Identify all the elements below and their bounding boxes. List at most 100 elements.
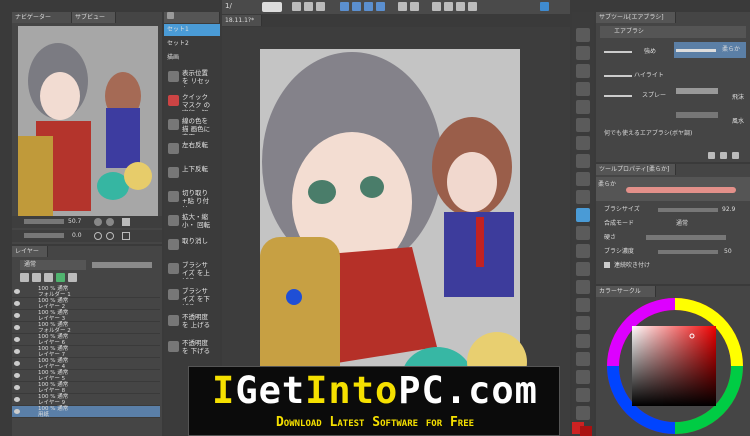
opacity-down-item[interactable]: 不透明度を 下げる: [164, 336, 216, 357]
brush-item[interactable]: 強め: [604, 44, 672, 60]
eye-icon[interactable]: [14, 313, 20, 318]
rotate-slider[interactable]: [24, 233, 64, 238]
blend-tool-icon[interactable]: [576, 262, 590, 276]
brush-item[interactable]: ハイライト: [604, 68, 672, 84]
tab-subview[interactable]: サブビュー: [72, 12, 116, 23]
operation-tool-icon[interactable]: [576, 82, 590, 96]
fill-icon[interactable]: [376, 2, 385, 11]
eraser-tool-icon[interactable]: [576, 244, 590, 258]
brush-item[interactable]: 何でも使えるエアブラシ(ボヤ調): [604, 126, 744, 142]
new-file-icon[interactable]: [292, 2, 301, 11]
fill-tool-icon[interactable]: [576, 280, 590, 294]
layer-row[interactable]: 100 % 通常 レイヤー 7: [12, 346, 160, 358]
reference-icon[interactable]: [44, 273, 53, 282]
layer-row[interactable]: 100 % 通常 レイヤー 8: [12, 382, 160, 394]
eye-icon[interactable]: [14, 289, 20, 294]
clip-icon[interactable]: [32, 273, 41, 282]
lasso-tool-icon[interactable]: [576, 118, 590, 132]
brush-item[interactable]: スプレー: [604, 88, 672, 104]
ruler-tool-icon[interactable]: [576, 352, 590, 366]
eye-icon[interactable]: [14, 409, 20, 414]
pen-tool-icon[interactable]: [576, 154, 590, 168]
palette-icon[interactable]: [68, 273, 77, 282]
subtool-settings-icon[interactable]: [708, 152, 715, 159]
undo-toolbar-icon[interactable]: [340, 2, 349, 11]
layer-row[interactable]: 100 % 通常 レイヤー 2: [12, 298, 160, 310]
brush-item-selected[interactable]: 柔らか: [674, 42, 746, 58]
layer-row[interactable]: 100 % 通常 レイヤー 9: [12, 394, 160, 406]
blend-mode-row[interactable]: 合成モード 通常: [596, 218, 748, 229]
eye-icon[interactable]: [14, 301, 20, 306]
flip-horizontal-item[interactable]: 左右反転: [164, 138, 216, 159]
fit-view-icon[interactable]: [122, 218, 130, 226]
brush-size-slider[interactable]: [658, 208, 718, 212]
continuous-spray-row[interactable]: 連続吹き付け: [596, 260, 748, 271]
continuous-spray-checkbox[interactable]: [604, 262, 610, 268]
hardness-slider[interactable]: [646, 235, 726, 240]
tab-subtool[interactable]: サブツール[エアブラシ]: [596, 12, 676, 23]
zoom-out-icon[interactable]: [106, 218, 114, 226]
tab-tool-property[interactable]: ツールプロパティ[柔らか]: [596, 164, 676, 175]
snap-grid-icon[interactable]: [444, 2, 453, 11]
transform-toolbar-icon[interactable]: [398, 2, 407, 11]
frame-tool-icon[interactable]: [576, 334, 590, 348]
app-logo-icon[interactable]: [262, 2, 282, 12]
color-wheel[interactable]: [602, 298, 748, 436]
opacity-up-item[interactable]: 不透明度を 上げる: [164, 310, 216, 331]
eye-icon[interactable]: [14, 373, 20, 378]
delete-subtool-icon[interactable]: [732, 152, 739, 159]
snap-guide-icon[interactable]: [456, 2, 465, 11]
decoration-tool-icon[interactable]: [576, 226, 590, 240]
layer-row[interactable]: 100 % 通常 フォルダー 1: [12, 286, 160, 298]
snap-ruler-icon[interactable]: [432, 2, 441, 11]
brush-tool-icon[interactable]: [576, 190, 590, 204]
opacity-slider[interactable]: [92, 262, 152, 268]
correct-line-tool-icon[interactable]: [576, 406, 590, 420]
layer-row[interactable]: 100 % 通常 フォルダー 2: [12, 322, 160, 334]
zoom-slider[interactable]: [24, 219, 64, 224]
flip-vertical-item[interactable]: 上下反転: [164, 162, 216, 183]
open-file-icon[interactable]: [304, 2, 313, 11]
eye-icon[interactable]: [14, 385, 20, 390]
clear-icon[interactable]: [364, 2, 373, 11]
brush-size-up-item[interactable]: ブラシサイズ を上げる: [164, 258, 216, 279]
redo-toolbar-icon[interactable]: [352, 2, 361, 11]
layer-row-selected[interactable]: 100 % 通常 用紙: [12, 406, 160, 418]
brush-density-slider[interactable]: [658, 250, 718, 254]
brush-density-row[interactable]: ブラシ濃度 50: [596, 246, 748, 257]
rotate-left-icon[interactable]: [94, 232, 102, 240]
balloon-tool-icon[interactable]: [576, 388, 590, 402]
set-2-tab[interactable]: セット2: [164, 38, 220, 50]
figure-tool-icon[interactable]: [576, 316, 590, 330]
selection-tool-icon[interactable]: [576, 100, 590, 114]
blend-mode-select[interactable]: 通常: [20, 260, 86, 270]
eye-icon[interactable]: [14, 325, 20, 330]
sub-color-swatch[interactable]: [580, 426, 592, 436]
pencil-tool-icon[interactable]: [576, 172, 590, 186]
brush-item[interactable]: 飛沫: [674, 84, 746, 101]
copy-subtool-icon[interactable]: [720, 152, 727, 159]
hand-tool-icon[interactable]: [576, 28, 590, 42]
gradient-tool-icon[interactable]: [576, 298, 590, 312]
undo-item[interactable]: 取り消し: [164, 234, 216, 255]
eye-icon[interactable]: [14, 349, 20, 354]
tab-quick-access[interactable]: [164, 12, 220, 23]
layer-row[interactable]: 100 % 通常 レイヤー 5: [12, 370, 160, 382]
reset-view-item[interactable]: 表示位置を リセット: [164, 66, 216, 87]
cut-paste-item[interactable]: 切り取り+貼 り付け: [164, 186, 216, 207]
navigator-preview[interactable]: [18, 26, 158, 222]
brush-size-down-item[interactable]: ブラシサイズ を下げる: [164, 284, 216, 305]
airbrush-tool-icon[interactable]: [576, 208, 590, 222]
eyedropper-tool-icon[interactable]: [576, 136, 590, 150]
layer-row[interactable]: 100 % 通常 レイヤー 3: [12, 310, 160, 322]
layer-row[interactable]: 100 % 通常 レイヤー 4: [12, 358, 160, 370]
hardness-row[interactable]: 硬さ: [596, 232, 748, 243]
transform-item[interactable]: 拡大・縮小・ 回転: [164, 210, 216, 231]
deselect-icon[interactable]: [410, 2, 419, 11]
eye-icon[interactable]: [14, 397, 20, 402]
brush-item[interactable]: 風水: [674, 108, 746, 125]
pen-stabilizer-icon[interactable]: [540, 2, 549, 11]
draw-tab[interactable]: 描画: [164, 52, 220, 64]
rotate-right-icon[interactable]: [106, 232, 114, 240]
snap-special-icon[interactable]: [468, 2, 477, 11]
